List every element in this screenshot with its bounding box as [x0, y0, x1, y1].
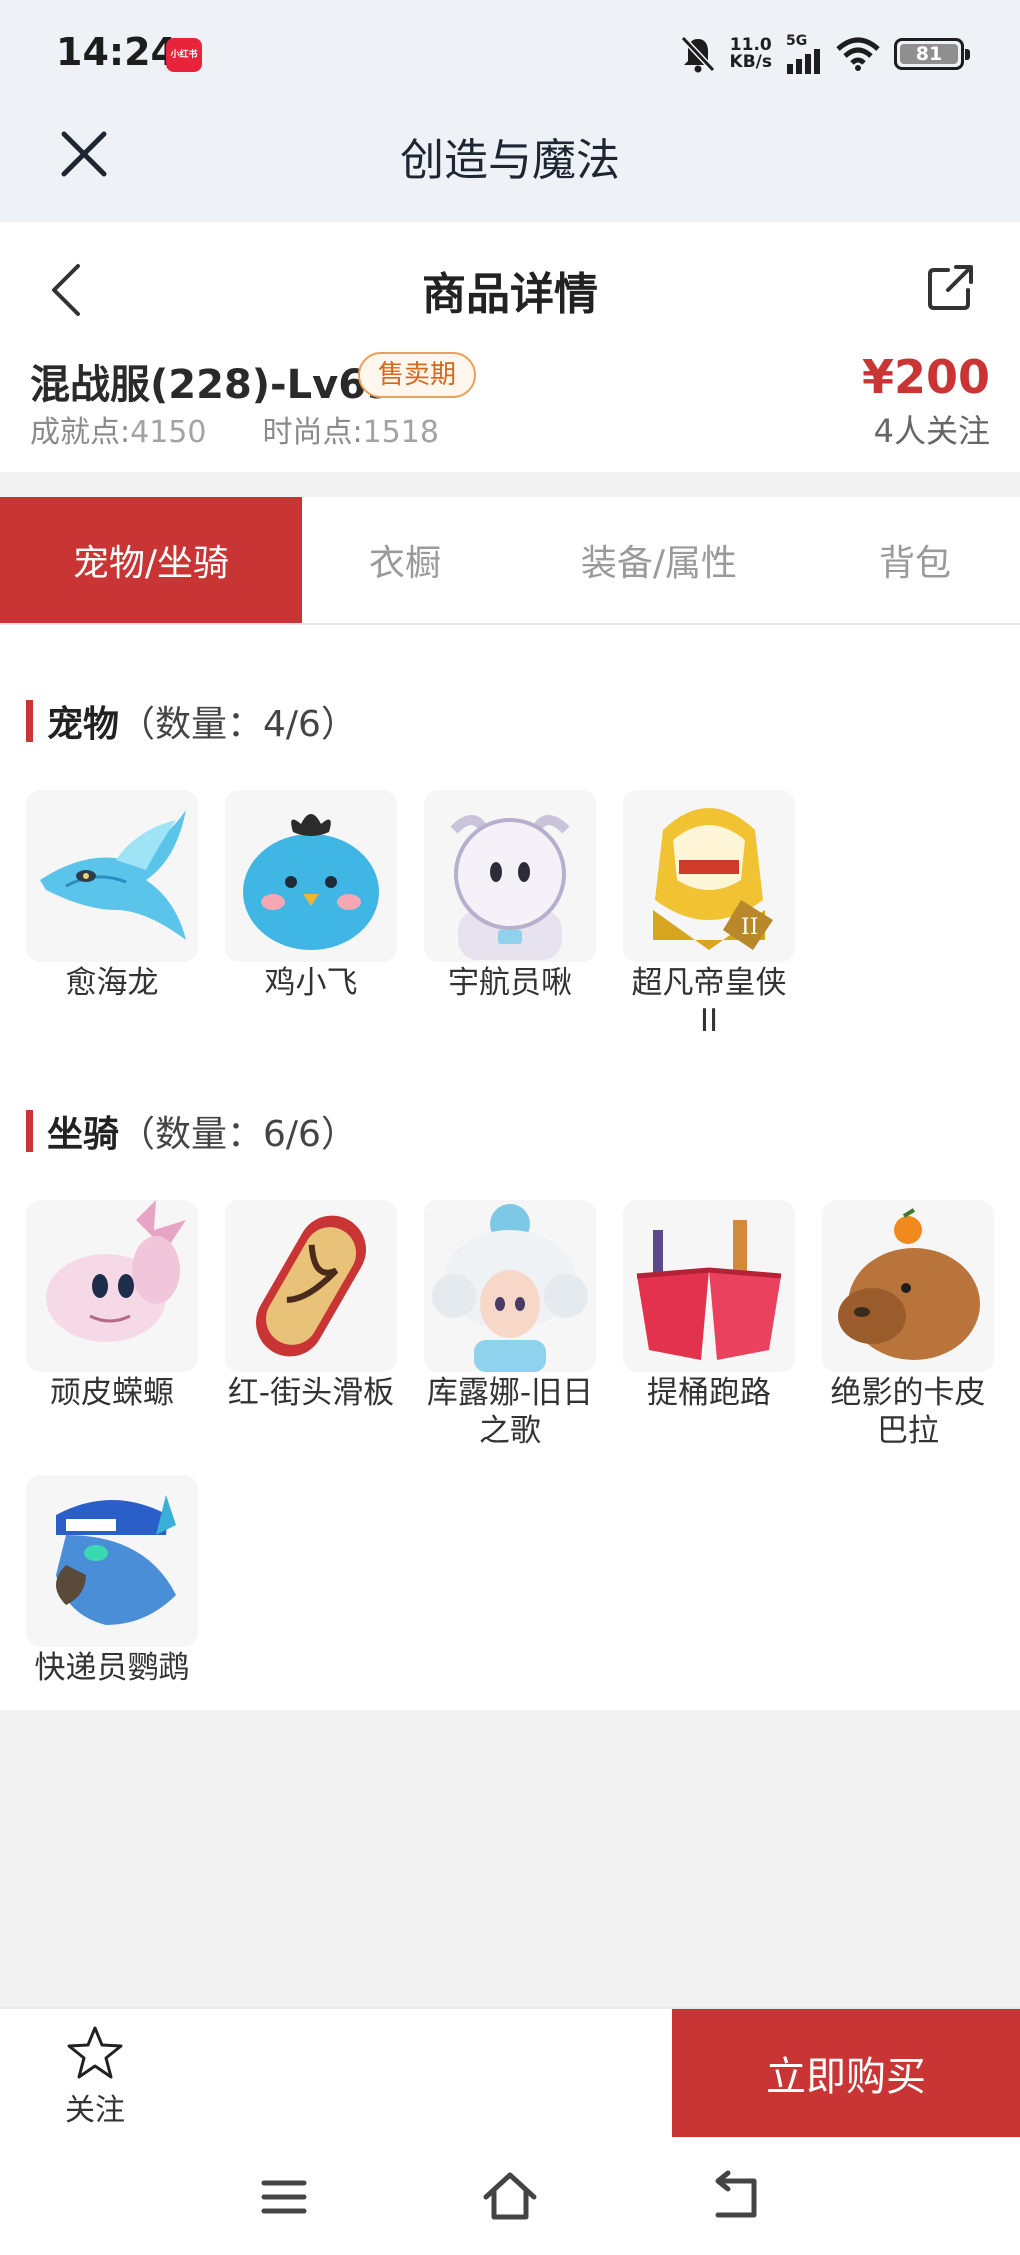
mount-name: 提桶跑路: [647, 1375, 771, 1411]
status-icons: 11.0 KB/s 5G 81: [680, 34, 970, 74]
mount-item[interactable]: 绝影的卡皮巴拉: [822, 1200, 994, 1450]
app-title: 创造与魔法: [400, 135, 620, 186]
section-accent-bar: [26, 1110, 33, 1152]
follow-button[interactable]: 关注: [40, 2025, 150, 2135]
pet-item[interactable]: II 超凡帝皇侠II: [623, 790, 795, 1040]
pet-name: 超凡帝皇侠II: [631, 965, 787, 1039]
home-icon[interactable]: [480, 2167, 540, 2227]
tab-equipment-attributes[interactable]: 装备/属性: [508, 497, 810, 623]
bottom-action-bar: 关注 立即购买: [0, 2007, 1020, 2137]
xiaohongshu-app-icon: 小红书: [166, 38, 202, 72]
mount-name: 顽皮蝾螈: [50, 1375, 174, 1411]
menu-icon[interactable]: [254, 2167, 314, 2227]
share-icon[interactable]: [926, 262, 976, 312]
blue-chick-icon: [243, 814, 379, 950]
buckets-icon: [636, 1220, 782, 1360]
mount-name: 快递员鹦鹉: [34, 1650, 190, 1686]
top-area: 14:24 小红书 11.0 KB/s 5G 81 创造与魔法: [0, 0, 1020, 222]
star-icon: [67, 2026, 123, 2079]
tab-content: 宠物 （数量：4/6） 愈海龙 鸡小飞 宇航员啾 II 超凡帝皇侠II 坐骑 （…: [0, 625, 1020, 1710]
back-nav-icon[interactable]: [706, 2167, 766, 2227]
achievement-points: 成就点:4150: [30, 415, 207, 450]
mount-item[interactable]: 红-街头滑板: [225, 1200, 397, 1412]
follow-label: 关注: [65, 2093, 125, 2128]
price: ¥200: [861, 350, 990, 404]
app-bar: 创造与魔法: [0, 110, 1020, 222]
status-time: 14:24: [56, 30, 177, 74]
mute-bell-icon: [680, 35, 715, 73]
capybara-icon: [838, 1208, 980, 1360]
mount-item[interactable]: 提桶跑路: [623, 1200, 795, 1412]
pet-item[interactable]: 鸡小飞: [225, 790, 397, 1002]
status-badge: 售卖期: [358, 352, 477, 398]
skateboard-icon: [256, 1215, 366, 1357]
mount-name: 库露娜-旧日之歌: [426, 1375, 594, 1449]
svg-text:II: II: [741, 915, 758, 940]
fashion-points: 时尚点:1518: [262, 415, 439, 450]
tab-backpack[interactable]: 背包: [810, 497, 1020, 623]
cellular-signal: 5G: [786, 34, 822, 74]
battery-level: 81: [900, 44, 958, 64]
mount-item[interactable]: 快递员鹦鹉: [26, 1475, 198, 1687]
section-accent-bar: [26, 700, 33, 742]
golden-warrior-icon: II: [653, 808, 773, 950]
mount-name: 红-街头滑板: [227, 1375, 395, 1411]
status-bar: 14:24 小红书 11.0 KB/s 5G 81: [0, 0, 1020, 110]
section-header-pets: 宠物 （数量：4/6）: [26, 695, 357, 747]
wifi-icon: [836, 37, 880, 71]
signal-bars-icon: [787, 49, 820, 74]
blue-dragon-icon: [40, 810, 186, 940]
mount-item[interactable]: 顽皮蝾螈: [26, 1200, 198, 1412]
tab-wardrobe[interactable]: 衣橱: [302, 497, 508, 623]
system-nav-bar: [0, 2137, 1020, 2255]
net-speed: 11.0 KB/s: [729, 35, 772, 72]
pet-item[interactable]: 宇航员啾: [424, 790, 596, 1002]
pet-name: 鸡小飞: [264, 965, 358, 1001]
product-name: 混战服(228)-Lv69: [30, 362, 394, 408]
astronaut-creature-icon: [450, 815, 570, 960]
pet-name: 愈海龙: [65, 965, 159, 1001]
cloud-girl-icon: [432, 1204, 588, 1372]
page-title: 商品详情: [422, 269, 598, 320]
product-header: 商品详情 混战服(228)-Lv69 售卖期 成就点:4150 时尚点:1518…: [0, 222, 1020, 472]
section-header-mounts: 坐骑 （数量：6/6）: [26, 1105, 357, 1157]
pet-item[interactable]: 愈海龙: [26, 790, 198, 1002]
pet-name: 宇航员啾: [448, 965, 572, 1001]
mount-item[interactable]: 库露娜-旧日之歌: [424, 1200, 596, 1450]
product-stats: 成就点:4150 时尚点:1518: [30, 407, 439, 451]
follower-count: 4人关注: [873, 412, 990, 450]
courier-parrot-icon: [56, 1495, 176, 1625]
tab-pets-mounts[interactable]: 宠物/坐骑: [0, 497, 302, 623]
buy-now-button[interactable]: 立即购买: [672, 2009, 1020, 2137]
battery-icon: 81: [894, 38, 970, 70]
mount-name: 绝影的卡皮巴拉: [830, 1375, 986, 1449]
tab-bar: 宠物/坐骑 衣橱 装备/属性 背包: [0, 497, 1020, 625]
axolotl-icon: [46, 1200, 186, 1342]
